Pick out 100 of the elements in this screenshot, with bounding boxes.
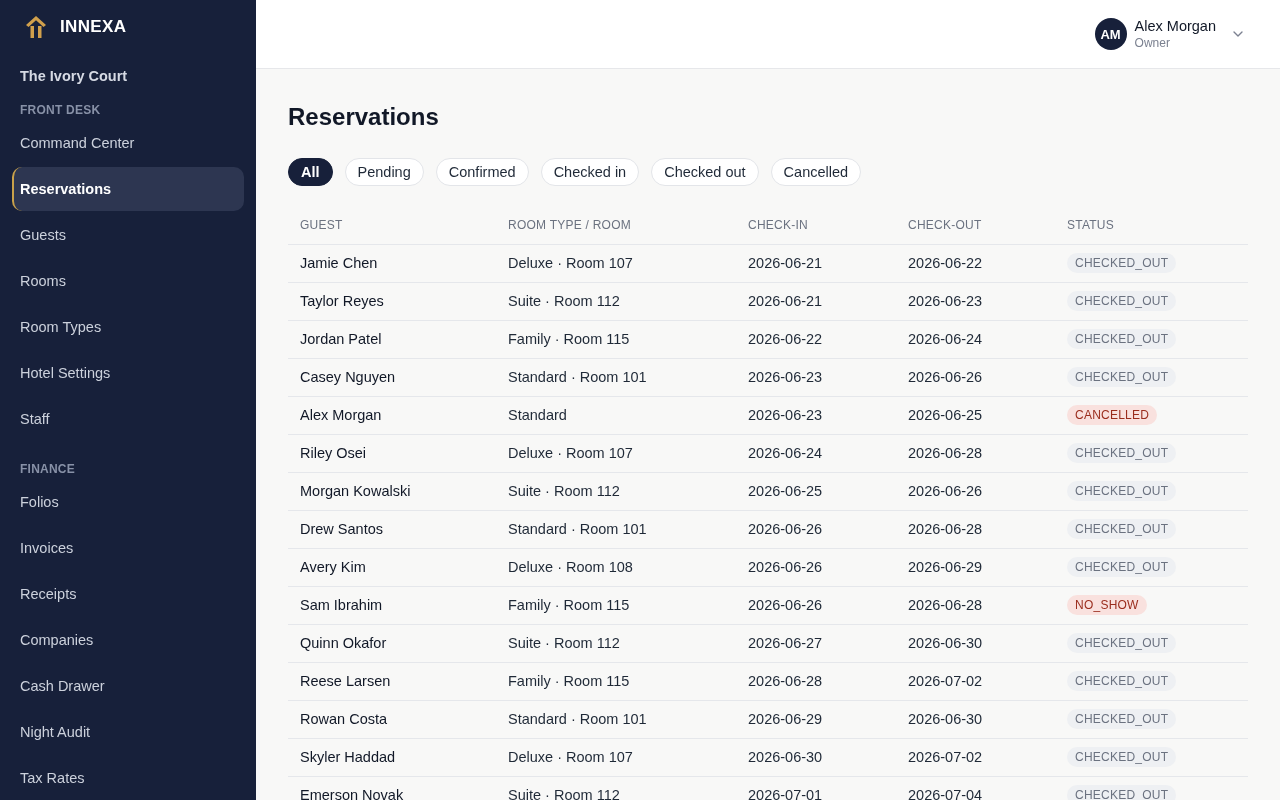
room-label: Suite · Room 112 (508, 787, 620, 800)
check-in-date: 2026-06-28 (748, 673, 823, 689)
check-in-date: 2026-06-30 (748, 749, 823, 765)
nav-item[interactable]: Room Types (12, 305, 244, 349)
column-header: ROOM TYPE / ROOM (496, 206, 736, 244)
section-heading: FINANCE (19, 461, 76, 477)
column-header: CHECK-OUT (896, 206, 1055, 244)
check-out-date: 2026-06-28 (908, 445, 983, 461)
guest-name: Rowan Costa (300, 711, 388, 727)
filter-chip[interactable]: Confirmed (435, 158, 529, 186)
guest-name: Riley Osei (300, 445, 367, 461)
check-out-date: 2026-06-24 (908, 331, 983, 347)
brand-name: INNEXA (60, 17, 127, 37)
column-header: STATUS (1055, 206, 1248, 244)
guest-name: Quinn Okafor (300, 635, 387, 651)
guest-name: Jamie Chen (300, 255, 378, 271)
status-badge: CHECKED_OUT (1067, 557, 1177, 577)
nav-item[interactable]: Folios (12, 480, 244, 524)
status-badge: CANCELLED (1067, 405, 1158, 425)
room-label: Standard · Room 101 (508, 369, 647, 385)
filter-chip[interactable]: Pending (344, 158, 424, 186)
status-badge: CHECKED_OUT (1067, 329, 1177, 349)
check-in-date: 2026-07-01 (748, 787, 823, 800)
check-out-date: 2026-06-26 (908, 369, 983, 385)
status-badge: CHECKED_OUT (1067, 709, 1177, 729)
nav-item[interactable]: Reservations (12, 167, 244, 211)
nav-item[interactable]: Cash Drawer (12, 664, 244, 708)
filter-chip[interactable]: Checked out (651, 158, 759, 186)
status-badge: CHECKED_OUT (1067, 481, 1177, 501)
guest-name: Reese Larsen (300, 673, 391, 689)
room-label: Suite · Room 112 (508, 483, 620, 499)
filter-chip[interactable]: Checked in (540, 158, 640, 186)
room-label: Deluxe · Room 107 (508, 749, 633, 765)
check-in-date: 2026-06-21 (748, 293, 823, 309)
nav-item[interactable]: Hotel Settings (12, 351, 244, 395)
page-title: Reservations (288, 103, 440, 131)
room-label: Family · Room 115 (508, 331, 630, 347)
nav-item[interactable]: Command Center (12, 121, 244, 165)
guest-name: Drew Santos (300, 521, 383, 537)
check-in-date: 2026-06-27 (748, 635, 823, 651)
check-out-date: 2026-06-29 (908, 559, 983, 575)
guest-name: Alex Morgan (300, 407, 382, 423)
check-out-date: 2026-06-26 (908, 483, 983, 499)
check-in-date: 2026-06-26 (748, 521, 823, 537)
check-out-date: 2026-06-25 (908, 407, 983, 423)
check-in-date: 2026-06-23 (748, 407, 823, 423)
user-name: Alex Morgan (1134, 17, 1216, 35)
check-in-date: 2026-06-24 (748, 445, 823, 461)
nav-item[interactable]: Tax Rates (12, 756, 244, 800)
room-label: Suite · Room 112 (508, 635, 620, 651)
room-label: Deluxe · Room 107 (508, 255, 633, 271)
nav-item[interactable]: Receipts (12, 572, 244, 616)
guest-name: Sam Ibrahim (300, 597, 383, 613)
status-badge: NO_SHOW (1067, 595, 1147, 615)
guest-name: Morgan Kowalski (300, 483, 411, 499)
nav-item[interactable]: Rooms (12, 259, 244, 303)
house-logo-icon (26, 16, 46, 38)
property-name: The Ivory Court (19, 67, 129, 86)
check-out-date: 2026-07-02 (908, 673, 983, 689)
check-in-date: 2026-06-21 (748, 255, 823, 271)
status-badge: CHECKED_OUT (1067, 367, 1177, 387)
nav-item[interactable]: Staff (12, 397, 244, 441)
room-label: Standard · Room 101 (508, 521, 647, 537)
room-label: Family · Room 115 (508, 597, 630, 613)
guest-name: Taylor Reyes (300, 293, 384, 309)
check-out-date: 2026-06-28 (908, 597, 983, 613)
check-in-date: 2026-06-26 (748, 559, 823, 575)
nav-item[interactable]: Night Audit (12, 710, 244, 754)
check-in-date: 2026-06-23 (748, 369, 823, 385)
status-badge: CHECKED_OUT (1067, 443, 1177, 463)
guest-name: Jordan Patel (300, 331, 382, 347)
status-badge: CHECKED_OUT (1067, 633, 1177, 653)
room-label: Suite · Room 112 (508, 293, 620, 309)
check-out-date: 2026-07-04 (908, 787, 983, 800)
nav-item[interactable]: Companies (12, 618, 244, 662)
guest-name: Emerson Novak (300, 787, 404, 800)
check-out-date: 2026-06-22 (908, 255, 983, 271)
status-badge: CHECKED_OUT (1067, 747, 1177, 767)
check-in-date: 2026-06-25 (748, 483, 823, 499)
filter-chip[interactable]: Cancelled (770, 158, 862, 186)
check-in-date: 2026-06-29 (748, 711, 823, 727)
check-in-date: 2026-06-26 (748, 597, 823, 613)
guest-name: Skyler Haddad (300, 749, 396, 765)
guest-name: Avery Kim (300, 559, 366, 575)
status-badge: CHECKED_OUT (1067, 291, 1177, 311)
room-label: Deluxe · Room 107 (508, 445, 633, 461)
nav-item[interactable]: Invoices (12, 526, 244, 570)
guest-name: Casey Nguyen (300, 369, 396, 385)
filter-chip[interactable]: All (288, 158, 333, 186)
user-role: Owner (1134, 35, 1171, 51)
status-badge: CHECKED_OUT (1067, 671, 1177, 691)
status-badge: CHECKED_OUT (1067, 519, 1177, 539)
check-out-date: 2026-06-30 (908, 635, 983, 651)
room-label: Standard · Room 101 (508, 711, 647, 727)
check-out-date: 2026-07-02 (908, 749, 983, 765)
check-out-date: 2026-06-23 (908, 293, 983, 309)
room-label: Standard (508, 407, 567, 423)
check-in-date: 2026-06-22 (748, 331, 823, 347)
nav-item[interactable]: Guests (12, 213, 244, 257)
avatar: AM (1094, 18, 1127, 50)
